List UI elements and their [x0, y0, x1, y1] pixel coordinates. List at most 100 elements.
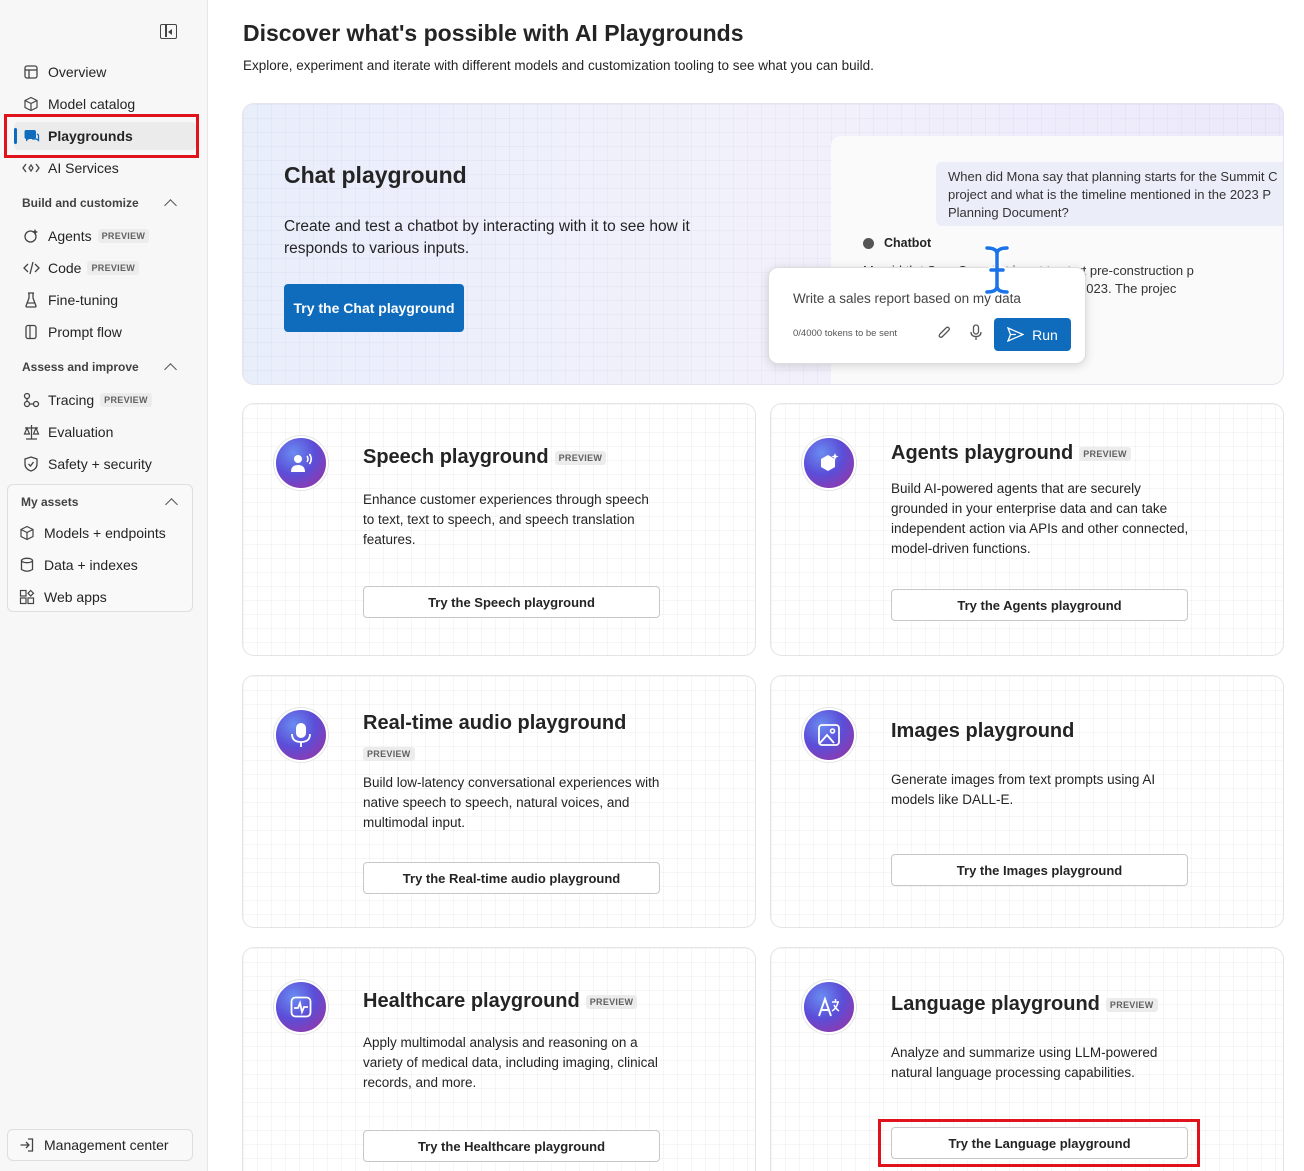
nav-label: Code	[48, 260, 82, 276]
card-title-text: Agents playground	[891, 442, 1074, 464]
database-icon	[18, 556, 36, 574]
chevron-up-icon[interactable]	[165, 498, 178, 511]
management-label: Management center	[44, 1137, 169, 1153]
chatbot-avatar-icon	[863, 237, 874, 249]
nav-code[interactable]: Code PREVIEW	[14, 254, 196, 282]
try-language-playground-button[interactable]: Try the Language playground	[891, 1127, 1188, 1159]
card-title: Real-time audio playground	[363, 712, 626, 735]
preview-badge: PREVIEW	[554, 450, 607, 465]
nav-label: Playgrounds	[48, 128, 133, 144]
try-agents-playground-button[interactable]: Try the Agents playground	[891, 589, 1188, 621]
sidebar: Overview Model catalog Playgrounds AI Se…	[0, 0, 208, 1171]
run-button[interactable]: Run	[994, 318, 1071, 351]
token-counter: 0/4000 tokens to be sent	[793, 328, 898, 339]
card-title: Agents playground PREVIEW	[891, 442, 1131, 465]
section-my-assets[interactable]: My assets	[21, 495, 178, 511]
ai-services-icon	[22, 159, 40, 177]
user-message-line: Planning Document?	[948, 205, 1069, 220]
card-realtime-audio-playground: Real-time audio playground PREVIEW Build…	[242, 675, 756, 928]
chatbot-name: Chatbot	[884, 236, 932, 250]
management-center-button[interactable]: Management center	[7, 1129, 193, 1161]
language-icon	[802, 980, 856, 1034]
text-cursor-icon	[983, 244, 1011, 301]
try-realtime-audio-playground-button[interactable]: Try the Real-time audio playground	[363, 862, 660, 894]
nav-evaluation[interactable]: Evaluation	[14, 418, 196, 446]
agents-icon	[22, 227, 40, 245]
card-description: Analyze and summarize using LLM-powered …	[891, 1045, 1158, 1080]
send-icon	[1007, 327, 1025, 342]
microphone-icon[interactable]	[970, 324, 982, 346]
nav-fine-tuning[interactable]: Fine-tuning	[14, 286, 196, 314]
user-message-line: When did Mona say that planning starts f…	[948, 169, 1278, 184]
nav-models-endpoints[interactable]: Models + endpoints	[18, 520, 166, 546]
card-healthcare-playground: Healthcare playground PREVIEW Apply mult…	[242, 947, 756, 1171]
chevron-up-icon[interactable]	[164, 363, 177, 376]
cube-icon	[18, 524, 36, 542]
my-assets-panel: My assets Models + endpoints Data + inde…	[7, 484, 193, 612]
nav-label: Safety + security	[48, 456, 152, 472]
nav-label: Evaluation	[48, 424, 114, 440]
try-images-playground-button[interactable]: Try the Images playground	[891, 854, 1188, 886]
collapse-sidebar-icon[interactable]	[160, 24, 177, 39]
nav-label: Web apps	[44, 589, 107, 605]
preview-badge: PREVIEW	[1079, 446, 1131, 461]
nav-label: Model catalog	[48, 96, 136, 112]
attach-icon[interactable]	[937, 325, 951, 346]
card-description: Build AI-powered agents that are securel…	[891, 481, 1189, 556]
nav-ai-services[interactable]: AI Services	[14, 154, 196, 182]
nav-label: Fine-tuning	[48, 292, 119, 308]
try-healthcare-playground-button[interactable]: Try the Healthcare playground	[363, 1130, 660, 1162]
microphone-icon	[274, 708, 328, 762]
nav-label: Models + endpoints	[44, 525, 166, 541]
flask-icon	[22, 291, 40, 309]
preview-badge: PREVIEW	[1105, 997, 1158, 1012]
page-title: Discover what's possible with AI Playgro…	[243, 20, 744, 46]
image-icon	[802, 708, 856, 762]
prompt-flow-icon	[22, 323, 40, 341]
nav-web-apps[interactable]: Web apps	[18, 584, 107, 610]
home-icon	[22, 63, 40, 81]
nav-data-indexes[interactable]: Data + indexes	[18, 552, 138, 578]
card-speech-playground: Speech playground PREVIEW Enhance custom…	[242, 403, 756, 656]
card-title-text: Healthcare playground	[363, 990, 580, 1012]
cube-icon	[22, 95, 40, 113]
run-label: Run	[1032, 326, 1058, 343]
card-description: Apply multimodal analysis and reasoning …	[363, 1035, 658, 1090]
chat-playground-hero: Chat playground Create and test a chatbo…	[242, 103, 1284, 385]
card-agents-playground: Agents playground PREVIEW Build AI-power…	[770, 403, 1284, 656]
nav-playgrounds[interactable]: Playgrounds	[14, 122, 196, 150]
nav-prompt-flow[interactable]: Prompt flow	[14, 318, 196, 346]
nav-label: Data + indexes	[44, 557, 138, 573]
section-build-and-customize[interactable]: Build and customize	[22, 196, 177, 212]
nav-label: Tracing	[48, 392, 95, 408]
chevron-up-icon[interactable]	[164, 199, 177, 212]
card-title-text: Images playground	[891, 720, 1075, 742]
user-message: When did Mona say that planning starts f…	[936, 162, 1283, 226]
card-description: Build low-latency conversational experie…	[363, 775, 660, 830]
chat-bubbles-icon	[22, 127, 40, 145]
nav-tracing[interactable]: Tracing PREVIEW	[14, 386, 196, 414]
user-message-line: project and what is the timeline mention…	[948, 187, 1272, 202]
hero-description: Create and test a chatbot by interacting…	[284, 218, 690, 257]
try-speech-playground-button[interactable]: Try the Speech playground	[363, 586, 660, 618]
card-images-playground: Images playground Generate images from t…	[770, 675, 1284, 928]
chatbot-label: Chatbot	[863, 236, 931, 250]
app: Overview Model catalog Playgrounds AI Se…	[0, 0, 1304, 1171]
nav-agents[interactable]: Agents PREVIEW	[14, 222, 196, 250]
nav-label: Agents	[48, 228, 92, 244]
section-assess-and-improve[interactable]: Assess and improve	[22, 360, 177, 376]
section-label: Build and customize	[22, 196, 139, 210]
agent-hexagon-icon	[802, 436, 856, 490]
card-description: Generate images from text prompts using …	[891, 772, 1156, 807]
nav-overview[interactable]: Overview	[14, 58, 196, 86]
card-title-text: Language playground	[891, 993, 1100, 1015]
nav-model-catalog[interactable]: Model catalog	[14, 90, 196, 118]
hero-title: Chat playground	[284, 162, 467, 188]
card-description: Enhance customer experiences through spe…	[363, 492, 649, 547]
preview-badge: PREVIEW	[363, 747, 415, 761]
try-chat-playground-button[interactable]: Try the Chat playground	[284, 284, 464, 332]
nav-safety-security[interactable]: Safety + security	[14, 450, 196, 478]
card-title: Images playground	[891, 720, 1074, 743]
card-title: Language playground PREVIEW	[891, 993, 1158, 1016]
scale-icon	[22, 423, 40, 441]
